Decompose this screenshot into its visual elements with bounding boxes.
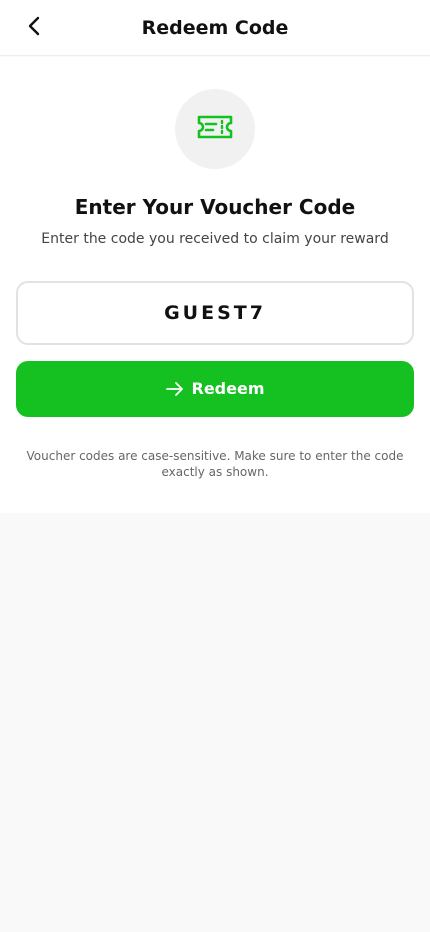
arrow-right-icon <box>165 381 184 397</box>
redeem-button[interactable]: Redeem <box>16 361 414 417</box>
voucher-code-input[interactable] <box>16 281 414 345</box>
case-sensitivity-note: Voucher codes are case-sensitive. Make s… <box>26 449 404 479</box>
redeem-panel: Enter Your Voucher Code Enter the code y… <box>0 57 430 513</box>
voucher-subheading: Enter the code you received to claim you… <box>41 231 389 247</box>
redeem-button-label: Redeem <box>191 379 265 398</box>
page-title: Redeem Code <box>141 17 289 39</box>
voucher-heading: Enter Your Voucher Code <box>74 195 356 219</box>
app-header: Redeem Code <box>0 0 430 56</box>
ticket-icon <box>196 112 234 146</box>
voucher-icon-badge <box>175 89 255 169</box>
